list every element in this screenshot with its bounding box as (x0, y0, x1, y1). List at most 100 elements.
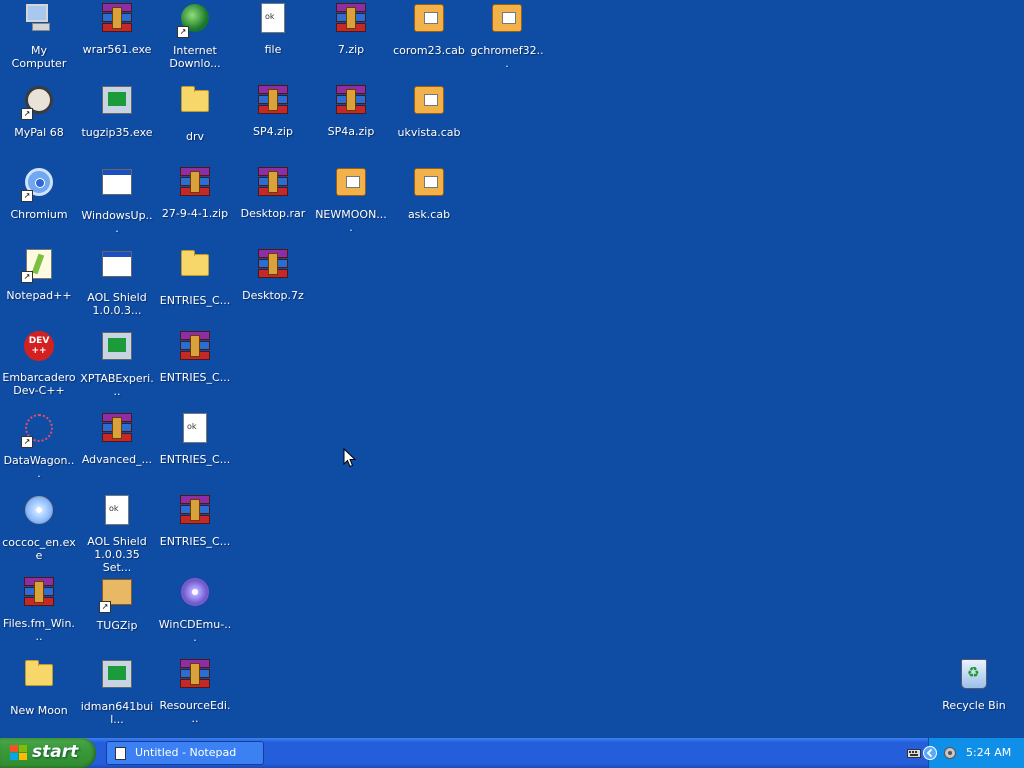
taskbar-button-label: Untitled - Notepad (135, 746, 237, 759)
desktop-icon-my-computer[interactable]: My Computer (0, 2, 78, 70)
desktop-icon-label: ukvista.cab (397, 126, 461, 139)
desktop-icon-dev-cpp[interactable]: DEV ++ Embarcadero Dev-C++ (0, 330, 78, 397)
desktop-icon-datawagon[interactable]: ↗ DataWagon... (0, 412, 78, 480)
desktop-icon-filesfm[interactable]: Files.fm_Win... (0, 576, 78, 643)
folder-icon (179, 86, 211, 122)
document-icon (101, 495, 133, 527)
desktop-icon-gchromef32[interactable]: gchromef32... (468, 2, 546, 70)
taskbar: start Untitled - Notepad 5:24 AM (0, 738, 1024, 768)
keyboard-icon[interactable] (907, 746, 921, 760)
winrar-archive-icon (257, 85, 289, 117)
desktop-icon-desktop-7z[interactable]: Desktop.7z (234, 248, 312, 302)
desktop-icon-file[interactable]: file (234, 2, 312, 56)
desktop-icon-label: Internet Downlo... (169, 44, 221, 70)
desktop-icon-7-zip[interactable]: 7.zip (312, 2, 390, 56)
winrar-archive-icon (23, 577, 55, 609)
computer-icon (23, 4, 55, 36)
shortcut-arrow-icon: ↗ (99, 601, 111, 613)
desktop-icon-label: ENTRIES_C... (159, 535, 231, 548)
winrar-archive-icon (257, 249, 289, 281)
desktop-icon-label: ENTRIES_C... (159, 453, 231, 466)
installer-icon (101, 332, 133, 364)
system-tray: 5:24 AM (907, 738, 1024, 768)
cabinet-file-icon (335, 168, 367, 200)
desktop-icon-label: SP4a.zip (327, 125, 375, 138)
desktop-icon-label: NEWMOON.... (315, 208, 387, 234)
desktop-icon-entries-archive-1[interactable]: ENTRIES_C... (156, 330, 234, 384)
desktop-icon-entries-archive-2[interactable]: ENTRIES_C... (156, 494, 234, 548)
network-icon[interactable] (943, 746, 957, 760)
winrar-archive-icon (335, 85, 367, 117)
desktop-icon-sp4a-zip[interactable]: SP4a.zip (312, 84, 390, 138)
desktop-icon-ukvista-cab[interactable]: ukvista.cab (390, 84, 468, 139)
desktop: My Computer ↗ MyPal 68 ↗ Chromium ↗ Note… (0, 0, 1024, 738)
desktop-icon-new-moon[interactable]: New Moon (0, 658, 78, 717)
document-icon (179, 413, 211, 445)
internet-download-globe-icon: ↗ (177, 4, 211, 38)
desktop-icon-wincdemu[interactable]: WinCDEmu-... (156, 576, 234, 644)
cabinet-file-icon (413, 86, 445, 118)
desktop-icon-idman[interactable]: idman641buil... (78, 658, 156, 726)
desktop-icon-label: SP4.zip (253, 125, 293, 138)
desktop-icon-entries-folder[interactable]: ENTRIES_C... (156, 248, 234, 307)
disc-icon (179, 578, 211, 610)
desktop-icon-windowsup[interactable]: WindowsUp... (78, 166, 156, 235)
desktop-icon-ask-cab[interactable]: ask.cab (390, 166, 468, 221)
folder-icon (179, 250, 211, 286)
desktop-icon-label: AOL Shield 1.0.0.35 Set... (87, 535, 147, 574)
desktop-icon-drv[interactable]: drv (156, 84, 234, 143)
winrar-archive-icon (101, 413, 133, 445)
desktop-icon-label: TUGZip (96, 619, 138, 632)
desktop-icon-label: AOL Shield 1.0.0.3... (87, 291, 147, 317)
desktop-icon-aol-shield-setup[interactable]: AOL Shield 1.0.0.35 Set... (78, 494, 156, 574)
winrar-archive-icon (179, 331, 211, 363)
desktop-icon-mypal[interactable]: ↗ MyPal 68 (0, 84, 78, 139)
show-hidden-icons-chevron-icon[interactable] (923, 746, 937, 760)
desktop-icon-corom23-cab[interactable]: corom23.cab (390, 2, 468, 57)
application-window-icon (101, 169, 133, 201)
desktop-icon-tugzip35[interactable]: tugzip35.exe (78, 84, 156, 139)
desktop-icon-label: DataWagon... (3, 454, 75, 480)
notepad-icon (115, 747, 126, 760)
desktop-icon-label: WindowsUp... (81, 209, 153, 235)
desktop-icon-internet-download[interactable]: ↗ Internet Downlo... (156, 2, 234, 70)
winrar-archive-icon (101, 3, 133, 35)
desktop-icon-chromium[interactable]: ↗ Chromium (0, 166, 78, 221)
desktop-icon-sp4-zip[interactable]: SP4.zip (234, 84, 312, 138)
desktop-icon-coccoc[interactable]: coccoc_en.exe (0, 494, 78, 562)
desktop-icon-desktop-rar[interactable]: Desktop.rar (234, 166, 312, 220)
winrar-archive-icon (179, 495, 211, 527)
desktop-icon-label: drv (185, 130, 204, 143)
desktop-icon-wrar561[interactable]: wrar561.exe (78, 2, 156, 56)
desktop-icon-notepad-plus-plus[interactable]: ↗ Notepad++ (0, 248, 78, 302)
desktop-icon-entries-doc[interactable]: ENTRIES_C... (156, 412, 234, 466)
desktop-icon-tugzip[interactable]: ↗ TUGZip (78, 576, 156, 632)
desktop-icon-newmoon-cab[interactable]: NEWMOON.... (312, 166, 390, 234)
shortcut-arrow-icon: ↗ (177, 26, 189, 38)
desktop-icon-label: Advanced_... (81, 453, 153, 466)
application-window-icon (101, 251, 133, 283)
tugzip-box-icon: ↗ (99, 579, 133, 613)
desktop-icon-label: Chromium (10, 208, 68, 221)
start-button[interactable]: start (0, 738, 96, 768)
desktop-icon-label: WinCDEmu-... (158, 618, 232, 644)
desktop-icon-aol-shield[interactable]: AOL Shield 1.0.0.3... (78, 248, 156, 317)
desktop-icon-label: My Computer (11, 44, 67, 70)
desktop-icon-xptab[interactable]: XPTABExperi... (78, 330, 156, 398)
desktop-icon-label: ENTRIES_C... (159, 294, 231, 307)
winrar-archive-icon (179, 167, 211, 199)
cabinet-file-icon (491, 4, 523, 36)
desktop-icon-advanced[interactable]: Advanced_... (78, 412, 156, 466)
shortcut-arrow-icon: ↗ (21, 108, 33, 120)
atom-icon: ↗ (21, 414, 55, 448)
clock[interactable]: 5:24 AM (966, 746, 1011, 759)
dev-cpp-icon: DEV ++ (23, 331, 55, 363)
winrar-archive-icon (179, 659, 211, 691)
cabinet-file-icon (413, 168, 445, 200)
winrar-archive-icon (335, 3, 367, 35)
desktop-icon-label: coccoc_en.exe (2, 536, 76, 562)
desktop-icon-recycle-bin[interactable]: Recycle Bin (935, 658, 1013, 712)
taskbar-button-notepad[interactable]: Untitled - Notepad (106, 741, 264, 765)
desktop-icon-27-9-4-1-zip[interactable]: 27-9-4-1.zip (156, 166, 234, 220)
desktop-icon-resourceedit[interactable]: ResourceEdi... (156, 658, 234, 725)
